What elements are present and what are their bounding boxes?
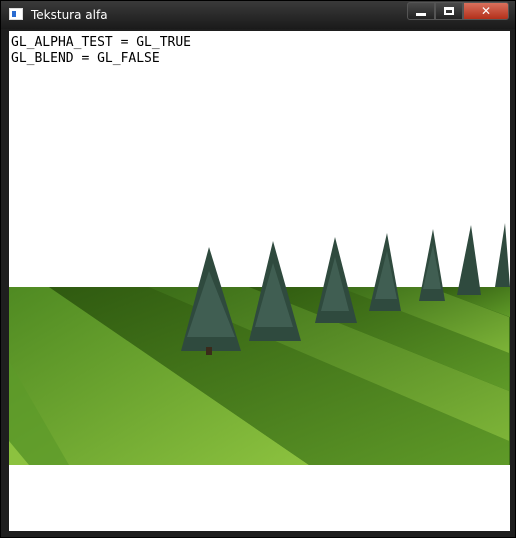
close-icon: ✕ <box>480 4 492 18</box>
maximize-button[interactable] <box>435 2 463 20</box>
opengl-viewport[interactable]: GL_ALPHA_TEST = GL_TRUE GL_BLEND = GL_FA… <box>9 31 510 531</box>
close-button[interactable]: ✕ <box>463 2 509 20</box>
tree <box>369 233 401 311</box>
application-window: Tekstura alfa ✕ GL_ALPHA_TEST = GL_TRUE … <box>0 0 516 538</box>
tree <box>457 225 481 295</box>
minimize-button[interactable] <box>407 2 435 20</box>
tree <box>315 237 357 323</box>
title-bar[interactable]: Tekstura alfa ✕ <box>1 1 515 29</box>
scene-render <box>9 223 510 465</box>
blend-status: GL_BLEND = GL_FALSE <box>11 51 160 66</box>
tree <box>419 229 445 301</box>
minimize-icon <box>416 12 426 16</box>
app-icon[interactable] <box>9 8 23 20</box>
maximize-icon <box>444 7 454 15</box>
alpha-test-status: GL_ALPHA_TEST = GL_TRUE <box>11 35 192 50</box>
window-title: Tekstura alfa <box>31 8 108 22</box>
tree <box>495 223 510 287</box>
